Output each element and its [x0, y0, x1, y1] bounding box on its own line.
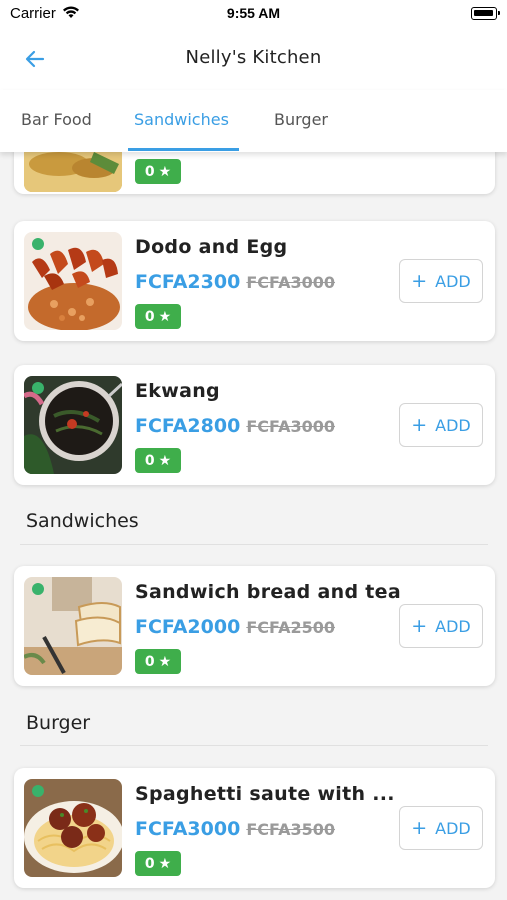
- menu-item-card[interactable]: Ekwang FCFA2800 FCFA3000 0 ★ + ADD: [14, 365, 495, 485]
- rating-value: 0: [144, 163, 155, 180]
- add-button[interactable]: + ADD: [399, 403, 483, 447]
- menu-item-card[interactable]: Spaghetti saute with ... FCFA3000 FCFA350…: [14, 768, 495, 888]
- tab-sandwiches[interactable]: Sandwiches: [134, 110, 229, 129]
- star-icon: ★: [158, 308, 172, 325]
- availability-dot: [32, 382, 44, 394]
- item-image: [24, 152, 122, 192]
- section-title-burger: Burger: [26, 712, 91, 734]
- rating-value: 0: [144, 653, 155, 670]
- rating-badge: 0 ★: [135, 851, 181, 876]
- tab-bar-food[interactable]: Bar Food: [21, 110, 92, 129]
- old-price: FCFA2500: [246, 618, 335, 637]
- category-tabs: Bar Food Sandwiches Burger: [0, 90, 507, 152]
- rating-badge: 0 ★: [135, 448, 181, 473]
- item-price: FCFA3000 FCFA3500: [135, 818, 335, 840]
- section-title-sandwiches: Sandwiches: [26, 510, 139, 532]
- menu-item-card[interactable]: Dodo and Egg FCFA2300 FCFA3000 0 ★ + ADD: [14, 221, 495, 341]
- item-price: FCFA2800 FCFA3000: [135, 415, 335, 437]
- app-header: Nelly's Kitchen: [0, 28, 507, 90]
- availability-dot: [32, 583, 44, 595]
- old-price: FCFA3000: [246, 273, 335, 292]
- item-price: FCFA2300 FCFA3000: [135, 271, 335, 293]
- section-divider: [20, 544, 488, 545]
- plus-icon: +: [411, 615, 428, 637]
- old-price: FCFA3000: [246, 417, 335, 436]
- section-divider: [20, 745, 488, 746]
- plus-icon: +: [411, 414, 428, 436]
- plus-icon: +: [411, 270, 428, 292]
- item-name: Spaghetti saute with ...: [135, 783, 395, 805]
- item-price: FCFA2000 FCFA2500: [135, 616, 335, 638]
- availability-dot: [32, 238, 44, 250]
- menu-list[interactable]: 0 ★ Dodo and Egg FCFA2300 FCFA3000 0 ★ +…: [0, 152, 507, 900]
- rating-value: 0: [144, 308, 155, 325]
- add-button[interactable]: + ADD: [399, 259, 483, 303]
- current-price: FCFA2000: [135, 616, 241, 638]
- add-button[interactable]: + ADD: [399, 806, 483, 850]
- star-icon: ★: [158, 653, 172, 670]
- menu-item-card-partial: 0 ★: [14, 152, 495, 194]
- rating-badge: 0 ★: [135, 304, 181, 329]
- old-price: FCFA3500: [246, 820, 335, 839]
- menu-item-card[interactable]: Sandwich bread and tea FCFA2000 FCFA2500 …: [14, 566, 495, 686]
- add-button-label: ADD: [435, 415, 471, 435]
- item-name: Sandwich bread and tea: [135, 581, 401, 603]
- item-name: Ekwang: [135, 380, 220, 402]
- star-icon: ★: [158, 163, 172, 180]
- active-tab-indicator: [128, 148, 239, 151]
- add-button-label: ADD: [435, 271, 471, 291]
- rating-value: 0: [144, 855, 155, 872]
- current-price: FCFA3000: [135, 818, 241, 840]
- current-price: FCFA2800: [135, 415, 241, 437]
- availability-dot: [32, 785, 44, 797]
- current-price: FCFA2300: [135, 271, 241, 293]
- rating-value: 0: [144, 452, 155, 469]
- rating-badge: 0 ★: [135, 159, 181, 184]
- tab-burger[interactable]: Burger: [274, 110, 328, 129]
- star-icon: ★: [158, 855, 172, 872]
- add-button[interactable]: + ADD: [399, 604, 483, 648]
- item-name: Dodo and Egg: [135, 236, 288, 258]
- status-bar: Carrier 9:55 AM: [0, 0, 507, 28]
- plus-icon: +: [411, 817, 428, 839]
- rating-badge: 0 ★: [135, 649, 181, 674]
- add-button-label: ADD: [435, 616, 471, 636]
- star-icon: ★: [158, 452, 172, 469]
- status-time: 9:55 AM: [226, 5, 281, 21]
- battery-icon: [471, 7, 500, 20]
- page-title: Nelly's Kitchen: [185, 47, 322, 68]
- add-button-label: ADD: [435, 818, 471, 838]
